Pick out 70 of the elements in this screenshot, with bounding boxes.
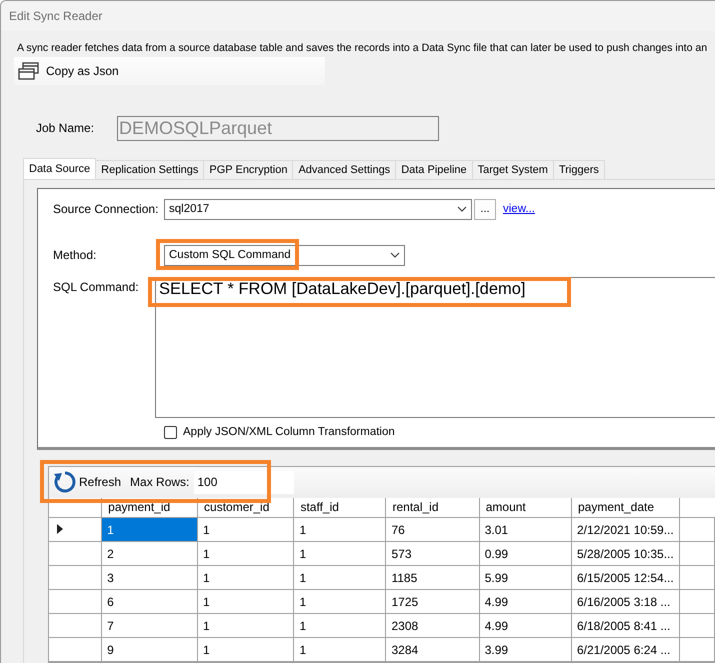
table-cell: 6/15/2005 12:54... bbox=[571, 566, 680, 590]
tab[interactable]: Triggers bbox=[552, 160, 605, 178]
view-link[interactable]: view... bbox=[503, 203, 535, 215]
table-cell: 1 bbox=[294, 566, 386, 590]
table-cell: 9 bbox=[102, 638, 198, 662]
table-cell: 1 bbox=[198, 542, 294, 566]
table-cell: 1 bbox=[294, 638, 386, 662]
table-cell: 6/21/2005 6:24 ... bbox=[571, 638, 680, 662]
browse-button[interactable]: ... bbox=[474, 198, 496, 220]
column-header[interactable]: staff_id bbox=[294, 498, 386, 518]
table-cell: 1 bbox=[198, 614, 294, 638]
table-cell: 76 bbox=[386, 518, 480, 542]
tab[interactable]: Target System bbox=[472, 160, 554, 178]
table-cell: 1 bbox=[294, 518, 386, 542]
table-cell: 6 bbox=[102, 590, 198, 614]
sql-command-field[interactable]: SELECT * FROM [DataLakeDev].[parquet].[demo] bbox=[155, 276, 715, 418]
sql-command-label: SQL Command: bbox=[53, 280, 140, 294]
checkbox-icon[interactable] bbox=[164, 426, 177, 438]
table-cell: 5/28/2005 10:35... bbox=[571, 542, 680, 566]
dropdown-caret-icon bbox=[457, 206, 467, 212]
table-cell: 6/16/2005 3:18 ... bbox=[571, 590, 680, 614]
refresh-button[interactable]: Refresh bbox=[53, 470, 122, 494]
table-cell: 1 bbox=[198, 638, 294, 662]
table-cell: 1185 bbox=[386, 566, 480, 590]
tab[interactable]: Replication Settings bbox=[95, 160, 204, 178]
column-header[interactable]: rental_id bbox=[386, 498, 480, 518]
table-cell: 6/18/2005 8:41 ... bbox=[571, 614, 680, 638]
table-cell: 5.99 bbox=[479, 566, 572, 590]
table-cell: 0.99 bbox=[479, 542, 572, 566]
table-cell: 2308 bbox=[386, 614, 480, 638]
max-rows-field[interactable]: 100 bbox=[194, 470, 294, 494]
table-cell: 2/12/2021 10:59... bbox=[571, 518, 680, 542]
tab[interactable]: Data Pipeline bbox=[395, 160, 473, 178]
current-row-icon bbox=[57, 524, 63, 534]
table-cell: 573 bbox=[386, 542, 480, 566]
table-cell: 1 bbox=[294, 614, 386, 638]
table-cell: 7 bbox=[102, 614, 198, 638]
table-cell: 1 bbox=[198, 566, 294, 590]
table-cell: 1 bbox=[294, 542, 386, 566]
table-cell: 1 bbox=[198, 590, 294, 614]
table-cell: 1725 bbox=[386, 590, 480, 614]
table-cell: 2 bbox=[102, 542, 198, 566]
job-name-label: Job Name: bbox=[36, 121, 96, 135]
tab[interactable]: Advanced Settings bbox=[292, 160, 396, 178]
refresh-icon bbox=[53, 470, 77, 494]
window-title: Edit Sync Reader bbox=[9, 9, 102, 24]
column-header[interactable]: amount bbox=[479, 498, 572, 518]
max-rows-label: Max Rows: bbox=[130, 475, 190, 489]
copy-as-json-button[interactable]: Copy as Json bbox=[14, 57, 325, 84]
table-cell: 1 bbox=[198, 518, 294, 542]
table-cell: 3284 bbox=[386, 638, 480, 662]
table-cell: 3 bbox=[102, 566, 198, 590]
dropdown-caret-icon bbox=[390, 252, 400, 258]
table-cell: 3.01 bbox=[479, 518, 572, 542]
source-connection-label: Source Connection: bbox=[53, 202, 160, 216]
checkbox-label: Apply JSON/XML Column Transformation bbox=[183, 426, 395, 438]
table-cell: 4.99 bbox=[479, 614, 572, 638]
method-label: Method: bbox=[53, 248, 98, 262]
tab[interactable]: PGP Encryption bbox=[203, 160, 294, 178]
transform-checkbox[interactable]: Apply JSON/XML Column Transformation bbox=[164, 426, 715, 438]
copy-icon bbox=[18, 62, 40, 80]
column-header[interactable]: payment_date bbox=[571, 498, 680, 518]
table-cell: 1 bbox=[294, 590, 386, 614]
source-connection-dropdown[interactable]: sql2017 bbox=[164, 198, 472, 220]
description-text: A sync reader fetches data from a source database table and saves the records into a Data Sync file that can later be used to push changes into an bbox=[17, 42, 708, 54]
table-cell: 3.99 bbox=[479, 638, 572, 662]
method-dropdown[interactable]: Custom SQL Command bbox=[164, 244, 405, 266]
table-cell: 1 bbox=[102, 518, 198, 542]
tab[interactable]: Data Source bbox=[23, 158, 96, 178]
table-cell: 4.99 bbox=[479, 590, 572, 614]
